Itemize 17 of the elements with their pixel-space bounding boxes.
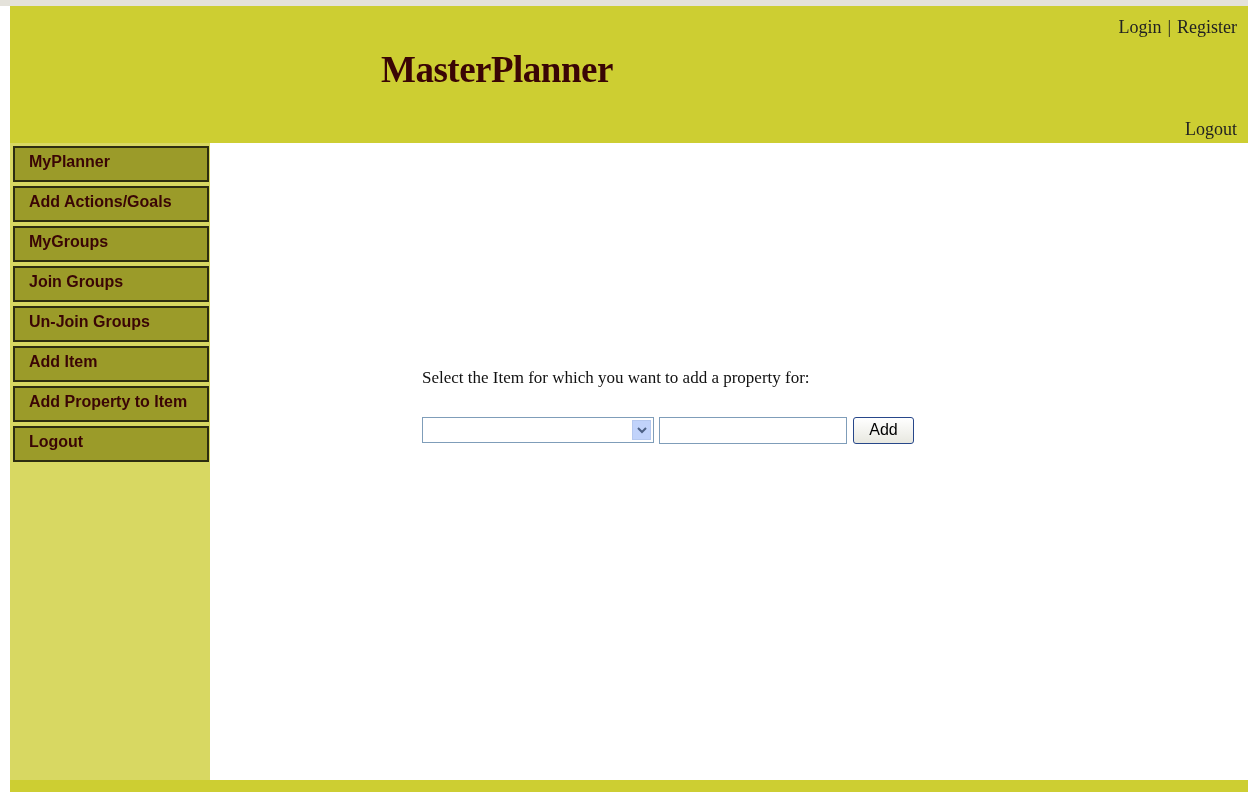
add-button[interactable]: Add: [853, 416, 914, 444]
sidebar-item[interactable]: Un-Join Groups: [13, 306, 209, 342]
sidebar-item[interactable]: Add Item: [13, 346, 209, 382]
prompt-text: Select the Item for which you want to add a property for:: [422, 367, 811, 389]
sidebar-item[interactable]: Logout: [13, 426, 209, 462]
sidebar-item[interactable]: MyPlanner: [13, 146, 209, 182]
sidebar-item[interactable]: MyGroups: [13, 226, 209, 262]
header-link[interactable]: Login: [1118, 14, 1162, 41]
item-select[interactable]: [422, 417, 654, 443]
sidebar-item[interactable]: Add Actions/Goals: [13, 186, 209, 222]
sidebar-item[interactable]: Join Groups: [13, 266, 209, 302]
header-link[interactable]: Register: [1177, 14, 1237, 41]
sidebar-item[interactable]: Add Property to Item: [13, 386, 209, 422]
logout-link[interactable]: Logout: [1185, 116, 1237, 143]
property-input[interactable]: [659, 416, 847, 444]
link-separator: |: [1167, 16, 1171, 39]
site-title: MasterPlanner: [381, 48, 613, 92]
